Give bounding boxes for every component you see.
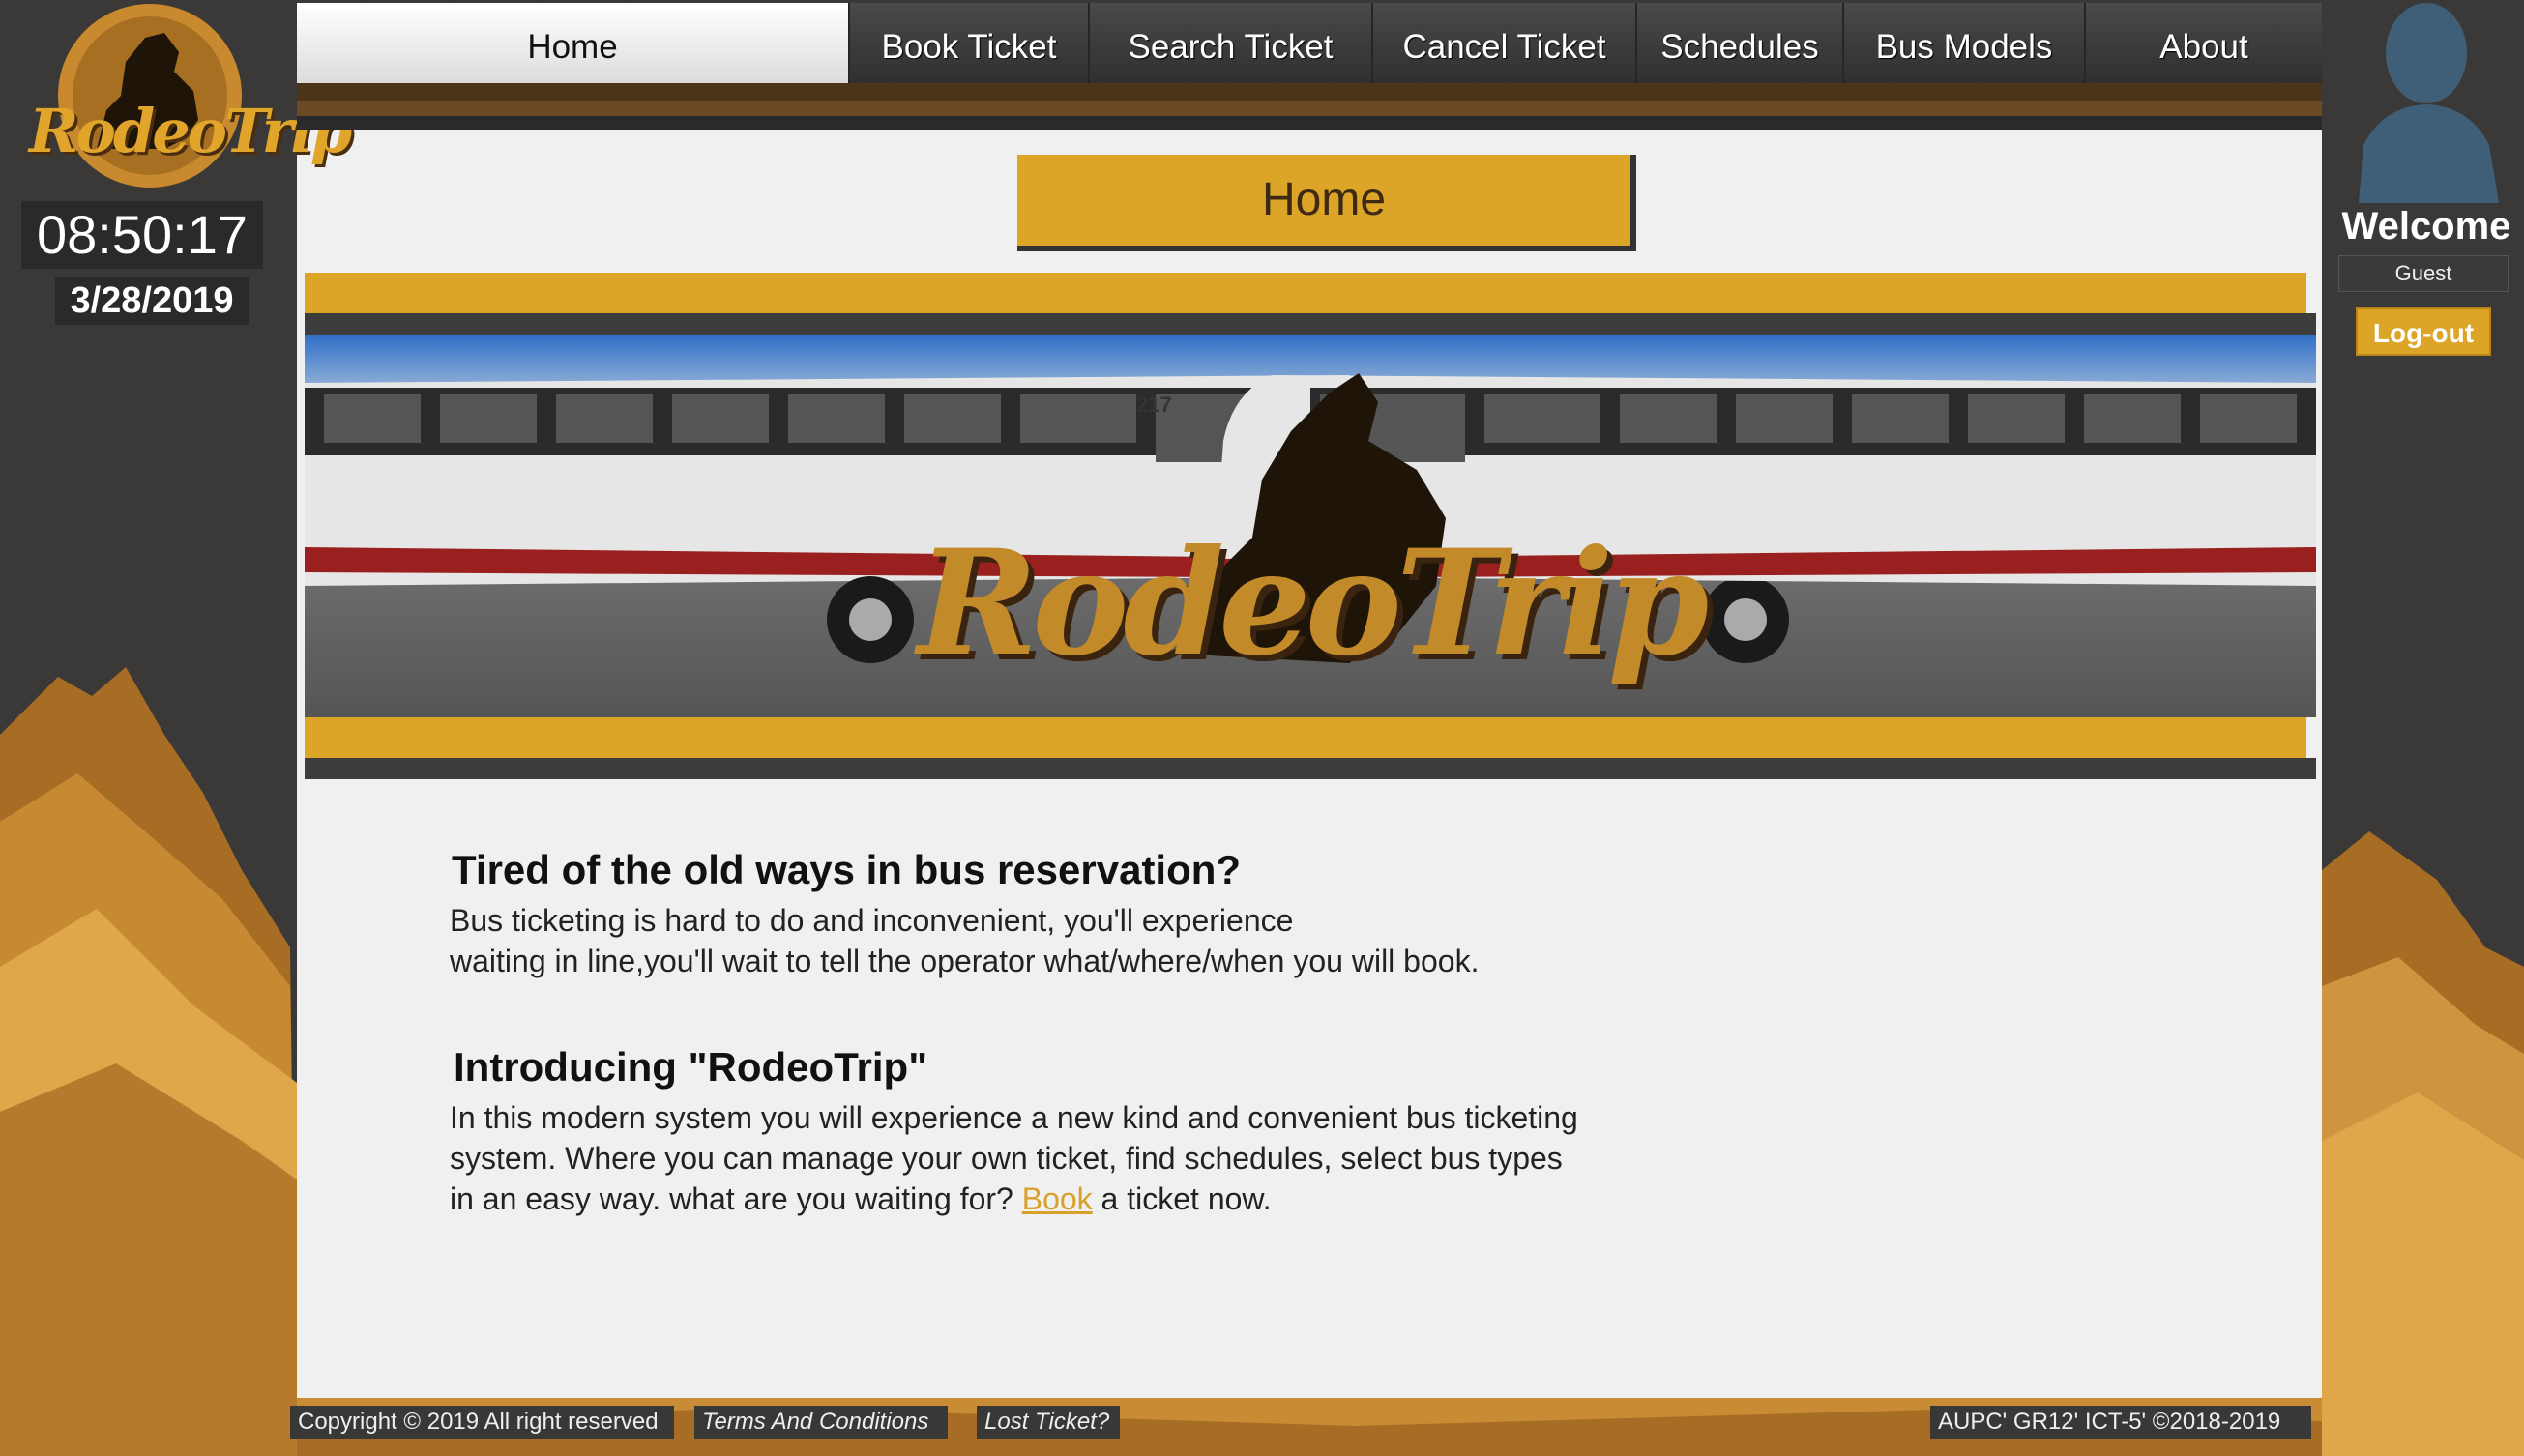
logo-wordmark: RodeoTrip [29,96,352,166]
main-navbar: Home Book Ticket Search Ticket Cancel Ti… [297,3,2322,83]
tab-search-ticket[interactable]: Search Ticket [1090,3,1373,83]
user-avatar [2344,0,2509,203]
main-content: Home 217 RodeoTrip Tired of the old ways… [297,130,2322,1398]
tab-home[interactable]: Home [297,3,850,83]
nav-stripe [297,116,2322,130]
nav-stripe [297,101,2322,116]
paragraph-line: In this modern system you will experienc… [450,1100,1578,1135]
section-heading: Tired of the old ways in bus reservation… [452,847,1242,892]
section-paragraph: In this modern system you will experienc… [450,1097,1658,1219]
bus-number: 217 [1136,393,1172,417]
welcome-label: Welcome [2341,205,2511,248]
section-heading: Introducing "RodeoTrip" [454,1044,928,1090]
username-label: Guest [2338,255,2509,292]
paragraph-line: Bus ticketing is hard to do and inconven… [450,903,1294,938]
user-icon [2359,3,2499,203]
paragraph-text: in an easy way. what are you waiting for… [450,1181,1022,1216]
footer-copyright: Copyright © 2019 All right reserved [290,1406,674,1439]
tab-about[interactable]: About [2086,3,2322,83]
hero-banner: 217 RodeoTrip [305,335,2316,717]
section-paragraph: Bus ticketing is hard to do and inconven… [450,900,1658,981]
tab-book-ticket[interactable]: Book Ticket [850,3,1090,83]
clock-time: 08:50:17 [21,201,263,269]
rodeotrip-logo: RodeoTrip [29,4,352,197]
tab-bus-models[interactable]: Bus Models [1844,3,2086,83]
paragraph-text: a ticket now. [1092,1181,1272,1216]
paragraph-line: in an easy way. what are you waiting for… [450,1179,1658,1219]
logout-button[interactable]: Log-out [2356,307,2491,356]
tab-schedules[interactable]: Schedules [1637,3,1844,83]
banner-logo-text: RodeoTrip [917,518,1710,688]
book-link[interactable]: Book [1022,1181,1093,1216]
footer-credit: AUPC' GR12' ICT-5' ©2018-2019 [1930,1406,2311,1439]
paragraph-line: waiting in line,you'll wait to tell the … [450,944,1480,978]
lost-ticket-link[interactable]: Lost Ticket? [977,1406,1120,1439]
clock-date: 3/28/2019 [55,277,249,325]
banner-band [305,758,2316,779]
tab-cancel-ticket[interactable]: Cancel Ticket [1373,3,1637,83]
banner-bar-top [305,273,2306,313]
page-title: Home [1017,155,1636,251]
banner-band [305,313,2316,335]
paragraph-line: system. Where you can manage your own ti… [450,1141,1563,1176]
terms-link[interactable]: Terms And Conditions [694,1406,948,1439]
nav-stripe [297,83,2322,101]
banner-bar-bottom [305,717,2306,758]
